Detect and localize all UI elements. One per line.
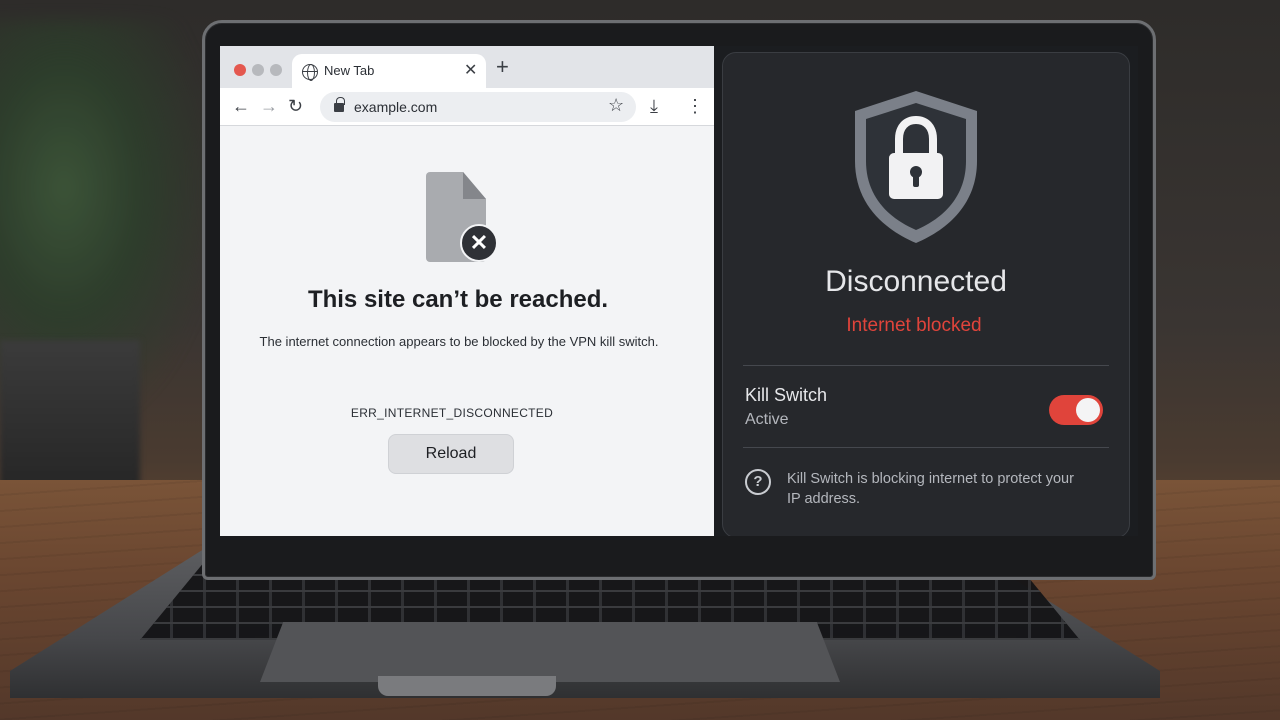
bookmark-star-icon[interactable]: ☆ — [608, 95, 624, 116]
broken-document-icon: ✕ — [426, 172, 498, 262]
kill-switch-toggle[interactable] — [1049, 395, 1103, 425]
forward-arrow-icon[interactable]: → — [260, 96, 278, 116]
window-maximize-dot[interactable] — [270, 64, 282, 76]
divider-bottom — [743, 447, 1109, 448]
reload-button[interactable]: Reload — [388, 434, 514, 474]
close-tab-icon[interactable]: ✕ — [464, 60, 477, 80]
reload-icon[interactable]: ↻ — [288, 96, 303, 116]
browser-toolbar: ← → ↻ example.com ☆ ⤓ ⋮ — [220, 88, 714, 126]
kill-switch-label: Kill Switch — [745, 385, 828, 405]
divider-top — [743, 365, 1109, 366]
vpn-status-panel: Disconnected Internet blocked Kill Switc… — [722, 52, 1130, 536]
tab-strip: New Tab ✕ + — [220, 46, 714, 88]
kill-switch-state: Active — [745, 411, 789, 428]
menu-kebab-icon[interactable]: ⋮ — [686, 96, 704, 116]
address-bar[interactable]: example.com ☆ — [320, 92, 636, 122]
url-text: example.com — [354, 99, 438, 115]
window-minimize-dot[interactable] — [252, 64, 264, 76]
lock-icon — [334, 97, 345, 112]
error-page: ✕ This site can’t be reached. The intern… — [220, 126, 714, 536]
toggle-knob — [1076, 398, 1100, 422]
shield-lock-icon — [849, 87, 983, 247]
connection-status: Disconnected — [825, 265, 1007, 298]
browser-window: New Tab ✕ + ← → ↻ example.com ☆ ⤓ ⋮ ✕ Th — [220, 46, 714, 536]
new-tab-button[interactable]: + — [496, 56, 509, 78]
download-icon[interactable]: ⤓ — [650, 96, 658, 116]
error-description: The internet connection appears to be bl… — [259, 334, 659, 349]
connection-substatus: Internet blocked — [846, 315, 982, 336]
kill-switch-info-text: Kill Switch is blocking internet to prot… — [787, 471, 1074, 507]
help-question-icon[interactable]: ? — [745, 469, 771, 495]
error-title: This site can’t be reached. — [307, 286, 609, 313]
globe-icon — [302, 64, 318, 81]
tab-new-tab[interactable]: New Tab ✕ — [292, 54, 486, 88]
error-x-icon: ✕ — [460, 224, 498, 262]
tab-title: New Tab — [324, 63, 375, 78]
laptop-front-lip — [378, 676, 556, 696]
background-pot — [0, 340, 140, 490]
laptop-trackpad — [260, 622, 840, 682]
back-arrow-icon[interactable]: ← — [232, 96, 250, 116]
window-close-dot[interactable] — [234, 64, 246, 76]
error-code: ERR_INTERNET_DISCONNECTED — [350, 406, 554, 420]
laptop-screen: New Tab ✕ + ← → ↻ example.com ☆ ⤓ ⋮ ✕ Th — [220, 46, 1138, 536]
